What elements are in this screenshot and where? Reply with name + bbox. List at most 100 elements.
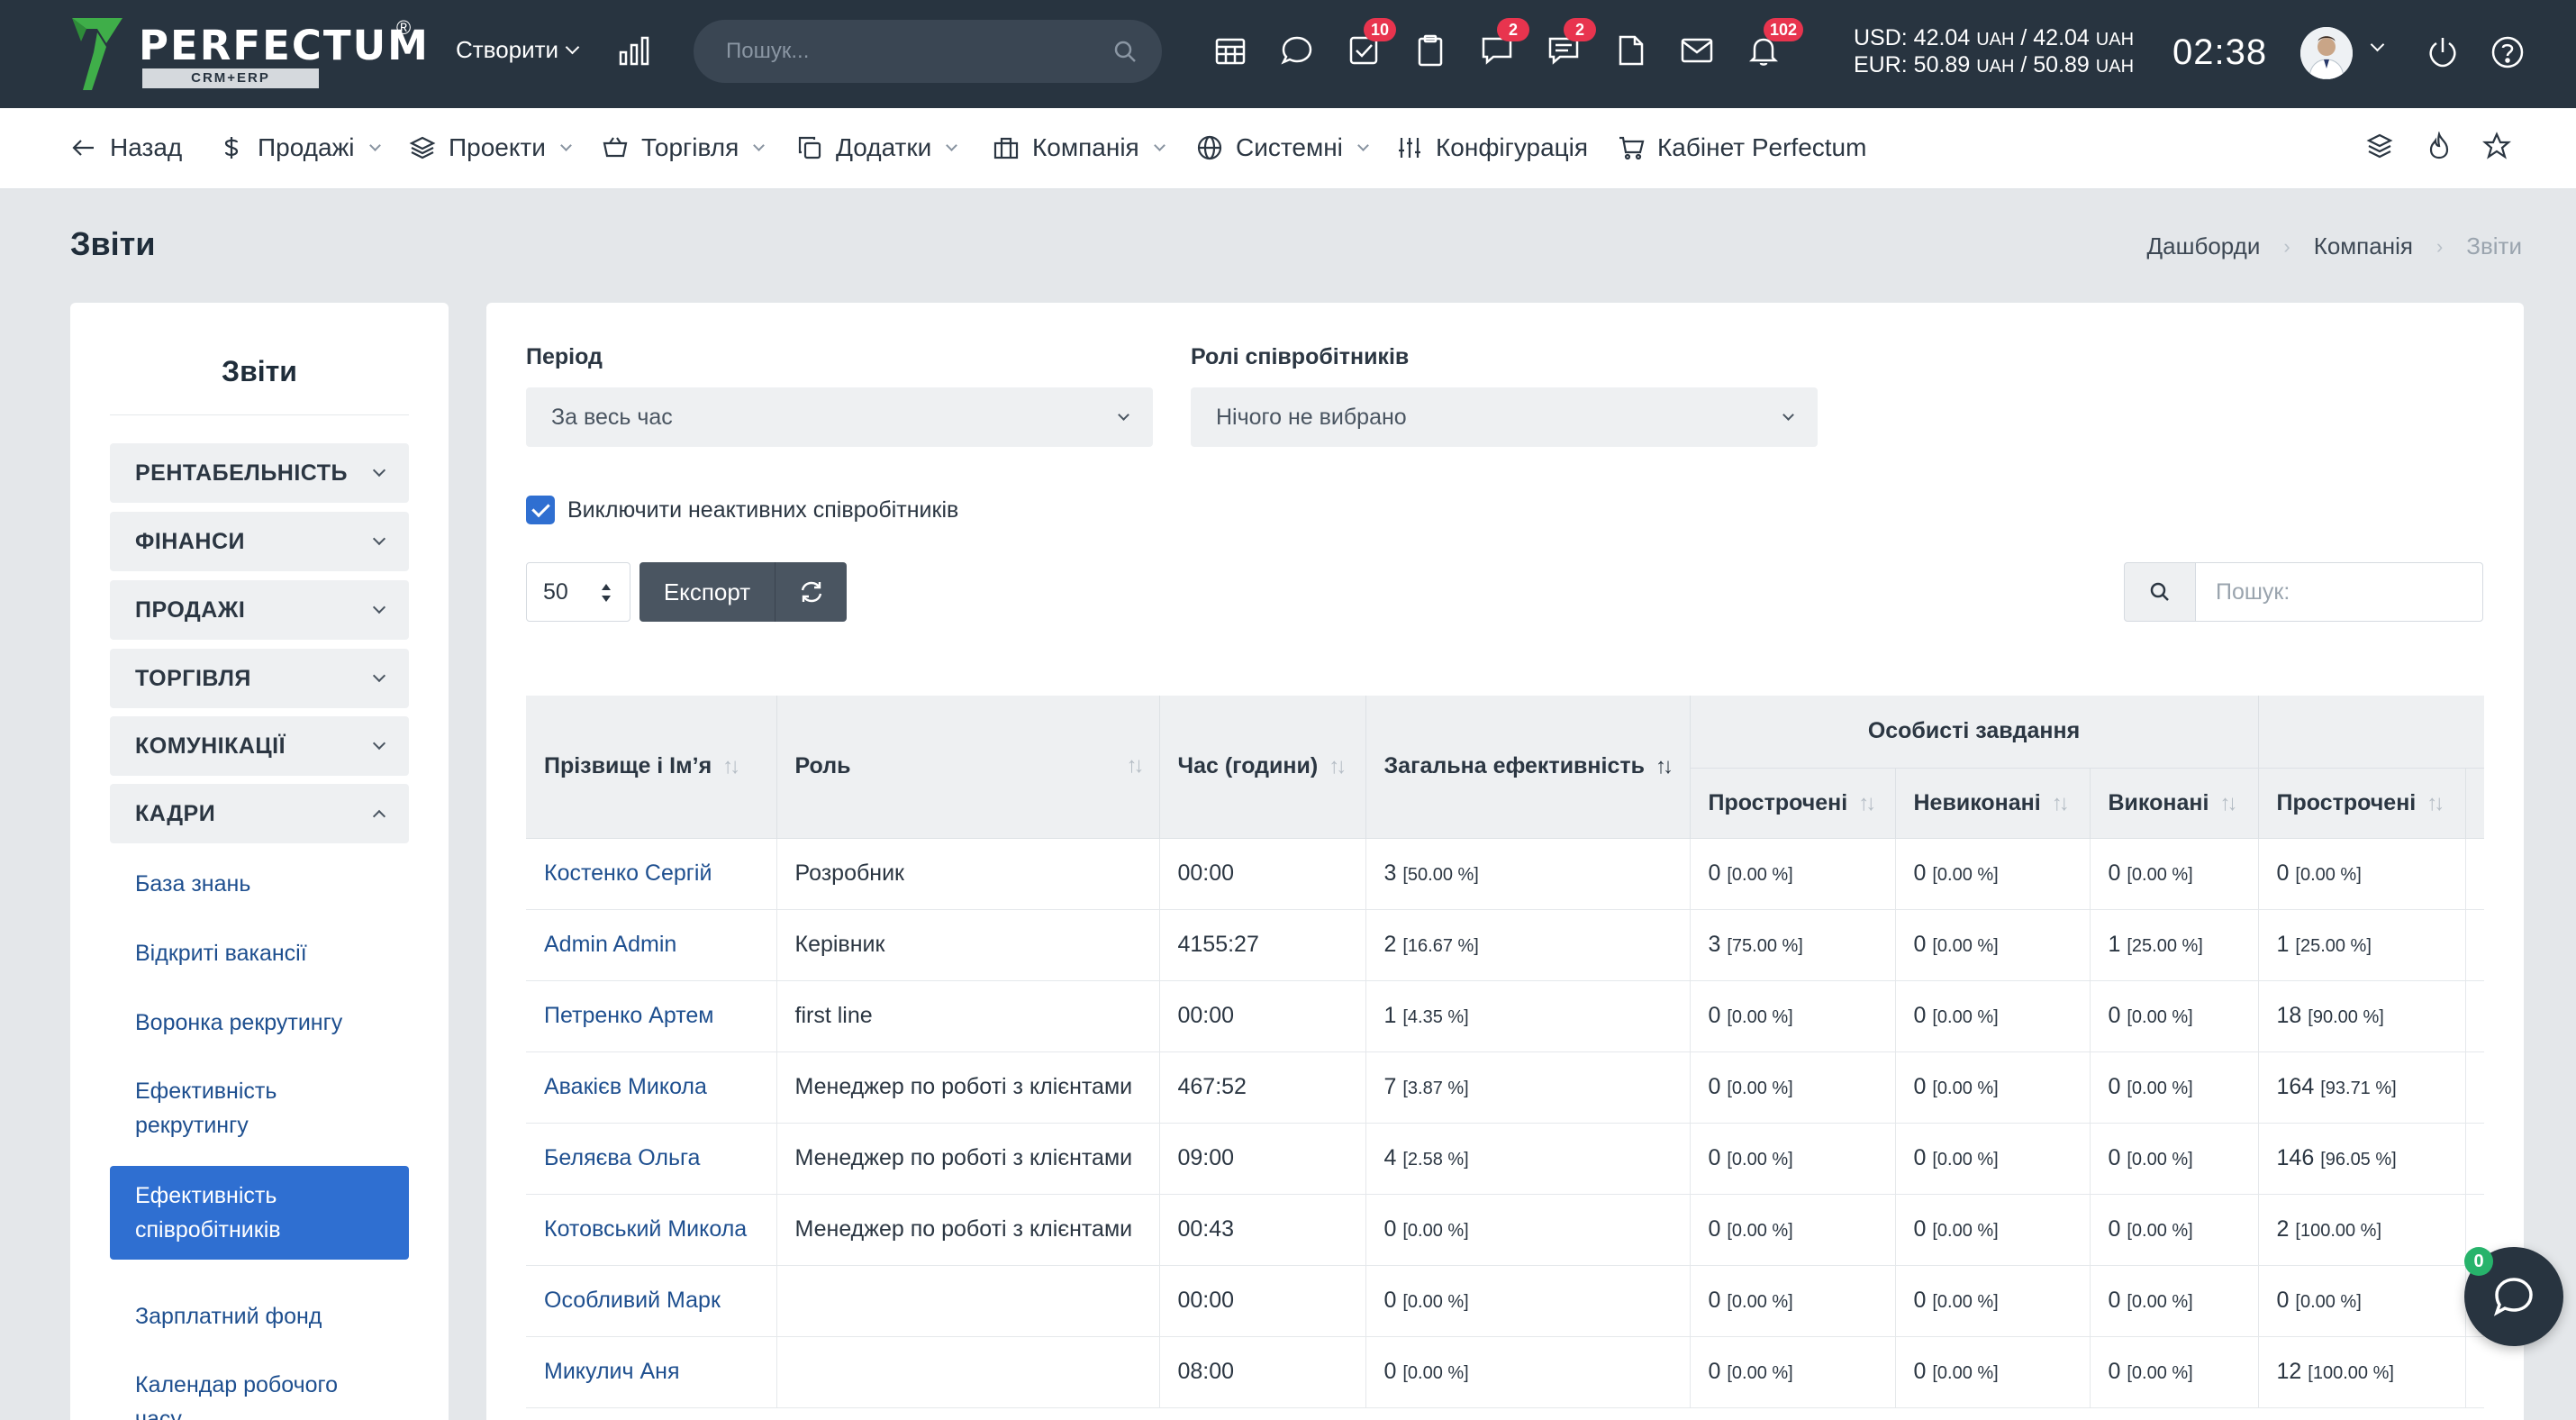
logo[interactable]: PERFECTUM ® CRM+ERP bbox=[70, 16, 431, 94]
sidebar-item-knowledge-base[interactable]: База знань bbox=[110, 867, 409, 901]
power-icon[interactable] bbox=[2425, 34, 2461, 70]
fire-icon[interactable] bbox=[2425, 132, 2454, 160]
help-icon[interactable] bbox=[2490, 34, 2526, 70]
cell-name[interactable]: Микулич Аня bbox=[526, 1336, 777, 1408]
sidebar-group-hr[interactable]: КАДРИ bbox=[110, 784, 409, 843]
sidebar-group-label: КОМУНІКАЦІЇ bbox=[135, 733, 286, 759]
refresh-button[interactable] bbox=[775, 562, 847, 622]
nav-addons[interactable]: Додатки bbox=[796, 133, 958, 162]
roles-label: Ролі співробітників bbox=[1191, 344, 1410, 369]
stats-icon[interactable] bbox=[618, 34, 650, 67]
tasks-button[interactable]: 10 bbox=[1346, 18, 1396, 68]
logo-mark-icon bbox=[72, 18, 122, 90]
sidebar-item-payroll[interactable]: Зарплатний фонд bbox=[110, 1299, 409, 1334]
cell-next: 3 bbox=[2465, 909, 2484, 981]
nav-system[interactable]: Системні bbox=[1196, 133, 1369, 162]
sidebar-group-finance[interactable]: ФІНАНСИ bbox=[110, 512, 409, 571]
sidebar-group-profitability[interactable]: РЕНТАБЕЛЬНІСТЬ bbox=[110, 443, 409, 503]
nav-system-label: Системні bbox=[1236, 133, 1343, 161]
cell-overdue-2: 0 [0.00 %] bbox=[2258, 1265, 2466, 1337]
efficiency-table: Прізвище і Імʼя ↑↓ Роль ↑↓ Час (години) ↑↓ … bbox=[526, 696, 2484, 1420]
cell-name[interactable]: Петренко Артем bbox=[526, 980, 777, 1052]
sidebar-item-work-calendar[interactable]: Календар робочого часу bbox=[110, 1368, 409, 1420]
cell-overdue-2: 18 [90.00 %] bbox=[2258, 980, 2466, 1052]
cell-hours: 00:43 bbox=[1159, 1194, 1366, 1266]
sidebar-group-trade[interactable]: ТОРГІВЛЯ bbox=[110, 649, 409, 708]
cell-name[interactable]: Котовський Микола bbox=[526, 1194, 777, 1266]
cell-overdue: 0 [0.00 %] bbox=[1690, 1265, 1896, 1337]
report-panel: Період За весь час Ролі співробітників Н… bbox=[486, 303, 2524, 1420]
cell-done: 0 [0.00 %] bbox=[2090, 980, 2259, 1052]
table-row: Костенко Сергій Розробник 00:00 3 [50.00 %]… bbox=[526, 838, 2484, 910]
cell-role: Менеджер по роботі з клієнтами bbox=[776, 1194, 1160, 1266]
export-button[interactable]: Експорт bbox=[639, 562, 775, 622]
col-header-incomplete[interactable]: Невиконані ↑↓ bbox=[1895, 768, 2091, 839]
nav-cabinet[interactable]: Кабінет Perfectum bbox=[1618, 133, 1866, 162]
breadcrumb-dashboards[interactable]: Дашборди bbox=[2147, 232, 2261, 260]
calendar-button[interactable] bbox=[1212, 32, 1248, 68]
mail-button[interactable] bbox=[1679, 32, 1715, 68]
col-header-done[interactable]: Виконані ↑↓ bbox=[2090, 768, 2259, 839]
cell-overdue-2: 1 [25.00 %] bbox=[2258, 909, 2466, 981]
refresh-icon bbox=[801, 581, 821, 603]
star-icon[interactable] bbox=[2482, 132, 2511, 160]
create-button[interactable]: Створити bbox=[456, 36, 580, 64]
comments-button[interactable]: 2 bbox=[1479, 18, 1529, 68]
col-header-role[interactable]: Роль ↑↓ bbox=[776, 696, 1160, 839]
cell-name[interactable]: Беляєва Ольга bbox=[526, 1123, 777, 1195]
search-icon[interactable] bbox=[1113, 40, 1137, 63]
chat-icon bbox=[1281, 36, 1312, 65]
chat-bubble-icon bbox=[2493, 1278, 2533, 1316]
cell-name[interactable]: Особливий Марк bbox=[526, 1265, 777, 1337]
chevron-down-icon bbox=[1357, 139, 1369, 151]
main-nav: Назад Продажі Проекти Торгівля Додатки К… bbox=[0, 108, 2576, 189]
cell-incomplete: 0 [0.00 %] bbox=[1895, 1336, 2091, 1408]
sort-icon: ↑↓ bbox=[1858, 790, 1876, 815]
sidebar-divider bbox=[110, 414, 409, 415]
sidebar-item-recruiting-funnel[interactable]: Воронка рекрутингу bbox=[110, 1006, 409, 1040]
cell-hours: 4155:27 bbox=[1159, 909, 1366, 981]
sidebar-item-recruiting-efficiency[interactable]: Ефективність рекрутингу bbox=[110, 1074, 409, 1142]
period-select[interactable]: За весь час bbox=[526, 387, 1153, 447]
documents-button[interactable] bbox=[1612, 32, 1648, 68]
cell-name[interactable]: Admin Admin bbox=[526, 909, 777, 981]
col-header-efficiency[interactable]: Загальна ефективність ↑↓ bbox=[1365, 696, 1691, 839]
cell-overdue: 0 [0.00 %] bbox=[1690, 1051, 1896, 1124]
breadcrumb-company[interactable]: Компанія bbox=[2314, 232, 2413, 260]
col-header-hours[interactable]: Час (години) ↑↓ bbox=[1159, 696, 1366, 839]
page-size-select[interactable]: 50 bbox=[526, 562, 630, 622]
user-menu-chevron-icon[interactable] bbox=[2370, 37, 2385, 52]
cell-efficiency: 3 [50.00 %] bbox=[1365, 838, 1691, 910]
exclude-inactive-label[interactable]: Виключити неактивних співробітників bbox=[567, 496, 958, 524]
cell-role bbox=[776, 1336, 1160, 1408]
sidebar-item-employee-efficiency[interactable]: Ефективність співробітників bbox=[110, 1166, 409, 1260]
cell-next: 1 bbox=[2465, 980, 2484, 1052]
col-header-overdue-2[interactable]: Прострочені ↑↓ bbox=[2258, 768, 2466, 839]
nav-company[interactable]: Компанія bbox=[993, 133, 1166, 162]
sidebar-group-communications[interactable]: КОМУНІКАЦІЇ bbox=[110, 716, 409, 776]
sidebar-item-open-vacancies[interactable]: Відкриті вакансії bbox=[110, 936, 409, 970]
notifications-button[interactable]: 102 bbox=[1746, 18, 1804, 68]
col-header-overdue[interactable]: Прострочені ↑↓ bbox=[1690, 768, 1896, 839]
clipboard-button[interactable] bbox=[1412, 32, 1448, 68]
nav-sales[interactable]: Продажі bbox=[218, 133, 381, 162]
roles-select[interactable]: Нічого не вибрано bbox=[1191, 387, 1818, 447]
col-header-next[interactable]: Н bbox=[2465, 768, 2484, 839]
table-search-button[interactable] bbox=[2124, 562, 2196, 622]
exclude-inactive-checkbox[interactable] bbox=[526, 496, 555, 524]
global-search-input[interactable] bbox=[726, 36, 1086, 67]
nav-back[interactable]: Назад bbox=[70, 133, 182, 162]
col-header-name[interactable]: Прізвище і Імʼя ↑↓ bbox=[526, 696, 777, 839]
layers-toggle-icon[interactable] bbox=[2365, 132, 2394, 160]
messages-button[interactable]: 2 bbox=[1546, 18, 1596, 68]
chat-button[interactable] bbox=[1279, 32, 1315, 68]
nav-projects[interactable]: Проекти bbox=[409, 133, 572, 162]
table-search-input[interactable] bbox=[2195, 562, 2483, 622]
sidebar-group-sales[interactable]: ПРОДАЖІ bbox=[110, 580, 409, 640]
breadcrumb-separator-icon: › bbox=[2435, 234, 2444, 258]
nav-config[interactable]: Конфігурація bbox=[1396, 133, 1588, 162]
cell-name[interactable]: Авакієв Микола bbox=[526, 1051, 777, 1124]
avatar[interactable] bbox=[2300, 27, 2353, 79]
nav-trade[interactable]: Торгівля bbox=[602, 133, 766, 162]
cell-name[interactable]: Костенко Сергій bbox=[526, 838, 777, 910]
